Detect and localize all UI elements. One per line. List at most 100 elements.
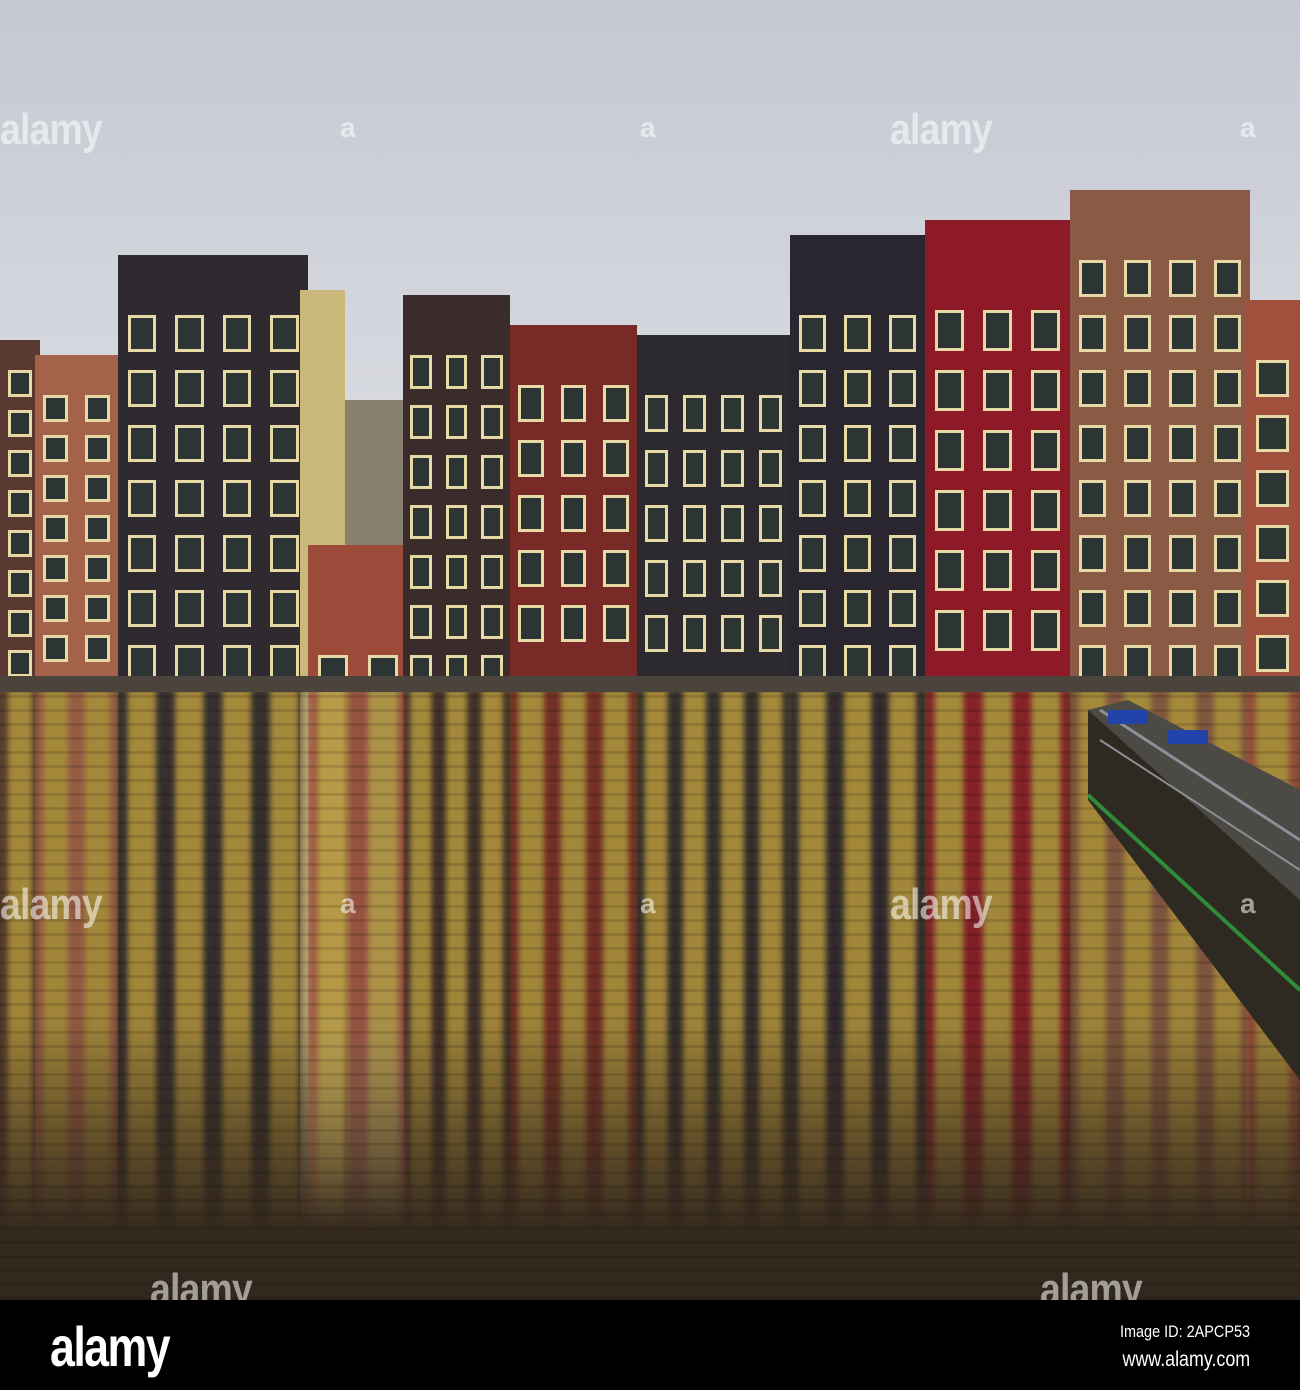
window	[721, 615, 745, 653]
window	[127, 370, 156, 408]
window	[518, 385, 544, 423]
window	[759, 395, 783, 433]
window	[8, 450, 32, 478]
window	[644, 615, 668, 653]
window	[934, 370, 964, 411]
window	[799, 370, 826, 408]
window	[799, 425, 826, 463]
window	[84, 435, 110, 463]
window	[889, 480, 916, 518]
window	[1031, 610, 1061, 651]
window	[799, 315, 826, 353]
window	[1214, 315, 1241, 353]
window	[1031, 370, 1061, 411]
window	[560, 495, 587, 533]
window	[889, 425, 916, 463]
window	[1124, 590, 1151, 628]
window	[1214, 260, 1241, 298]
window	[799, 480, 826, 518]
window	[445, 555, 468, 589]
window	[481, 405, 503, 439]
window	[844, 590, 871, 628]
window	[721, 505, 745, 543]
window	[844, 480, 871, 518]
window	[518, 605, 544, 643]
image-id: Image ID: 2APCP53	[1119, 1322, 1250, 1341]
window	[799, 590, 826, 628]
window	[1169, 535, 1196, 573]
window	[270, 480, 299, 518]
window	[481, 505, 503, 539]
watermark-logo-mark: a	[640, 888, 656, 919]
window	[1169, 260, 1196, 298]
website-link[interactable]: www.alamy.com	[1122, 1348, 1250, 1372]
window	[43, 595, 69, 623]
window	[481, 605, 503, 639]
window	[1124, 370, 1151, 408]
window	[1079, 370, 1106, 408]
window	[222, 590, 251, 628]
window	[410, 555, 432, 589]
watermark-logo-mark: a	[340, 888, 356, 919]
window	[1169, 590, 1196, 628]
window	[410, 605, 432, 639]
window	[934, 610, 964, 651]
window	[175, 370, 204, 408]
window	[1169, 315, 1196, 353]
window	[844, 370, 871, 408]
window	[1031, 490, 1061, 531]
watermark-text: alamy	[890, 105, 993, 154]
window	[8, 650, 32, 678]
window	[8, 370, 32, 398]
window	[603, 495, 629, 533]
canal-house	[1070, 190, 1250, 688]
window	[1214, 425, 1241, 463]
alamy-logo[interactable]: alamy	[50, 1314, 171, 1379]
window	[175, 425, 204, 463]
window	[1079, 590, 1106, 628]
window	[127, 480, 156, 518]
window	[759, 615, 783, 653]
window	[889, 590, 916, 628]
window	[222, 370, 251, 408]
window	[560, 440, 587, 478]
watermark-text: alamy	[150, 1265, 253, 1300]
canal-house	[1245, 300, 1300, 688]
window	[644, 450, 668, 488]
window	[682, 395, 706, 433]
window	[983, 370, 1012, 411]
window	[1079, 535, 1106, 573]
window	[518, 440, 544, 478]
window	[518, 550, 544, 588]
window	[603, 605, 629, 643]
canal-house	[35, 355, 118, 688]
window	[1124, 425, 1151, 463]
window	[1169, 425, 1196, 463]
watermark-logo-mark: a	[1240, 888, 1256, 919]
canal-house	[308, 545, 408, 688]
window	[682, 505, 706, 543]
canal-house	[925, 220, 1070, 688]
window	[270, 590, 299, 628]
watermark-logo-mark: a	[640, 112, 656, 143]
window	[759, 505, 783, 543]
window	[1031, 310, 1061, 351]
window	[222, 535, 251, 573]
window	[889, 315, 916, 353]
window	[1214, 480, 1241, 518]
canal-house	[790, 235, 925, 688]
window	[410, 505, 432, 539]
window	[518, 495, 544, 533]
watermark-logo-mark: a	[340, 112, 356, 143]
window	[43, 555, 69, 583]
window	[175, 315, 204, 353]
window	[644, 560, 668, 598]
window	[1256, 525, 1289, 563]
window	[644, 505, 668, 543]
window	[175, 480, 204, 518]
window	[222, 480, 251, 518]
window	[84, 515, 110, 543]
window	[410, 405, 432, 439]
canal-house	[403, 295, 510, 689]
canal-house	[637, 335, 790, 688]
